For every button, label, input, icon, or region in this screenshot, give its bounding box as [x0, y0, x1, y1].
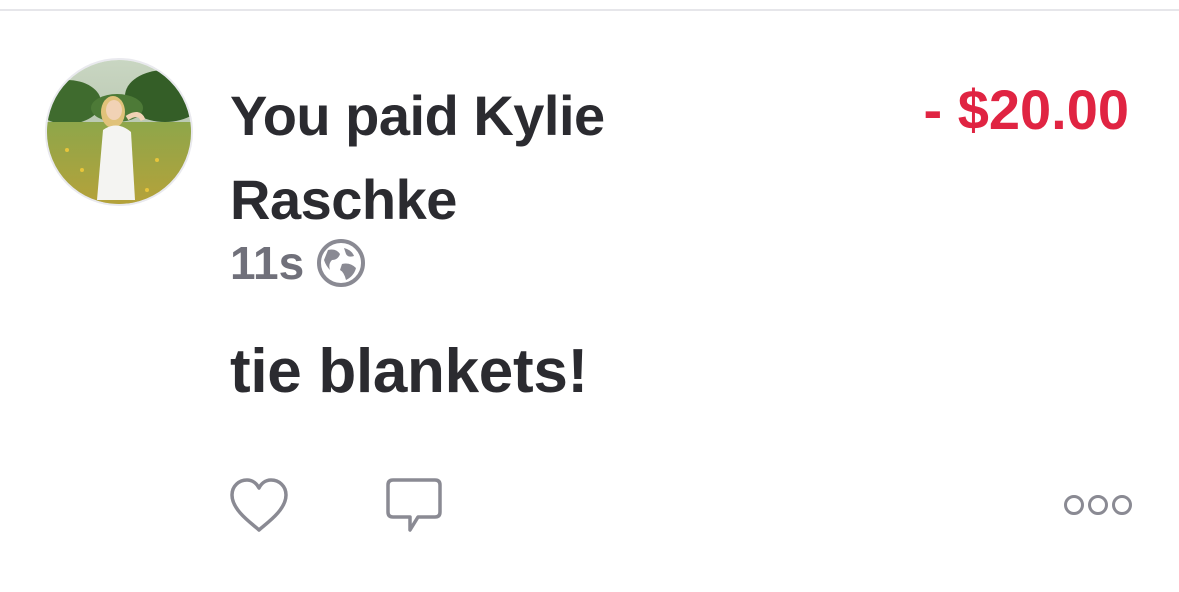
top-divider: [0, 9, 1179, 11]
payment-note: tie blankets!: [230, 337, 588, 406]
avatar[interactable]: [47, 60, 191, 204]
heart-outline-icon[interactable]: [228, 476, 290, 534]
avatar-photo: [47, 60, 191, 204]
three-dots-icon[interactable]: [1062, 490, 1134, 520]
timestamp: 11s: [230, 237, 305, 289]
globe-icon[interactable]: [316, 238, 366, 288]
transaction-title[interactable]: You paid Kylie Raschke: [230, 74, 750, 242]
speech-bubble-icon[interactable]: [384, 476, 444, 534]
transaction-meta: 11s: [230, 236, 366, 290]
transaction-amount: - $20.00: [923, 78, 1130, 141]
